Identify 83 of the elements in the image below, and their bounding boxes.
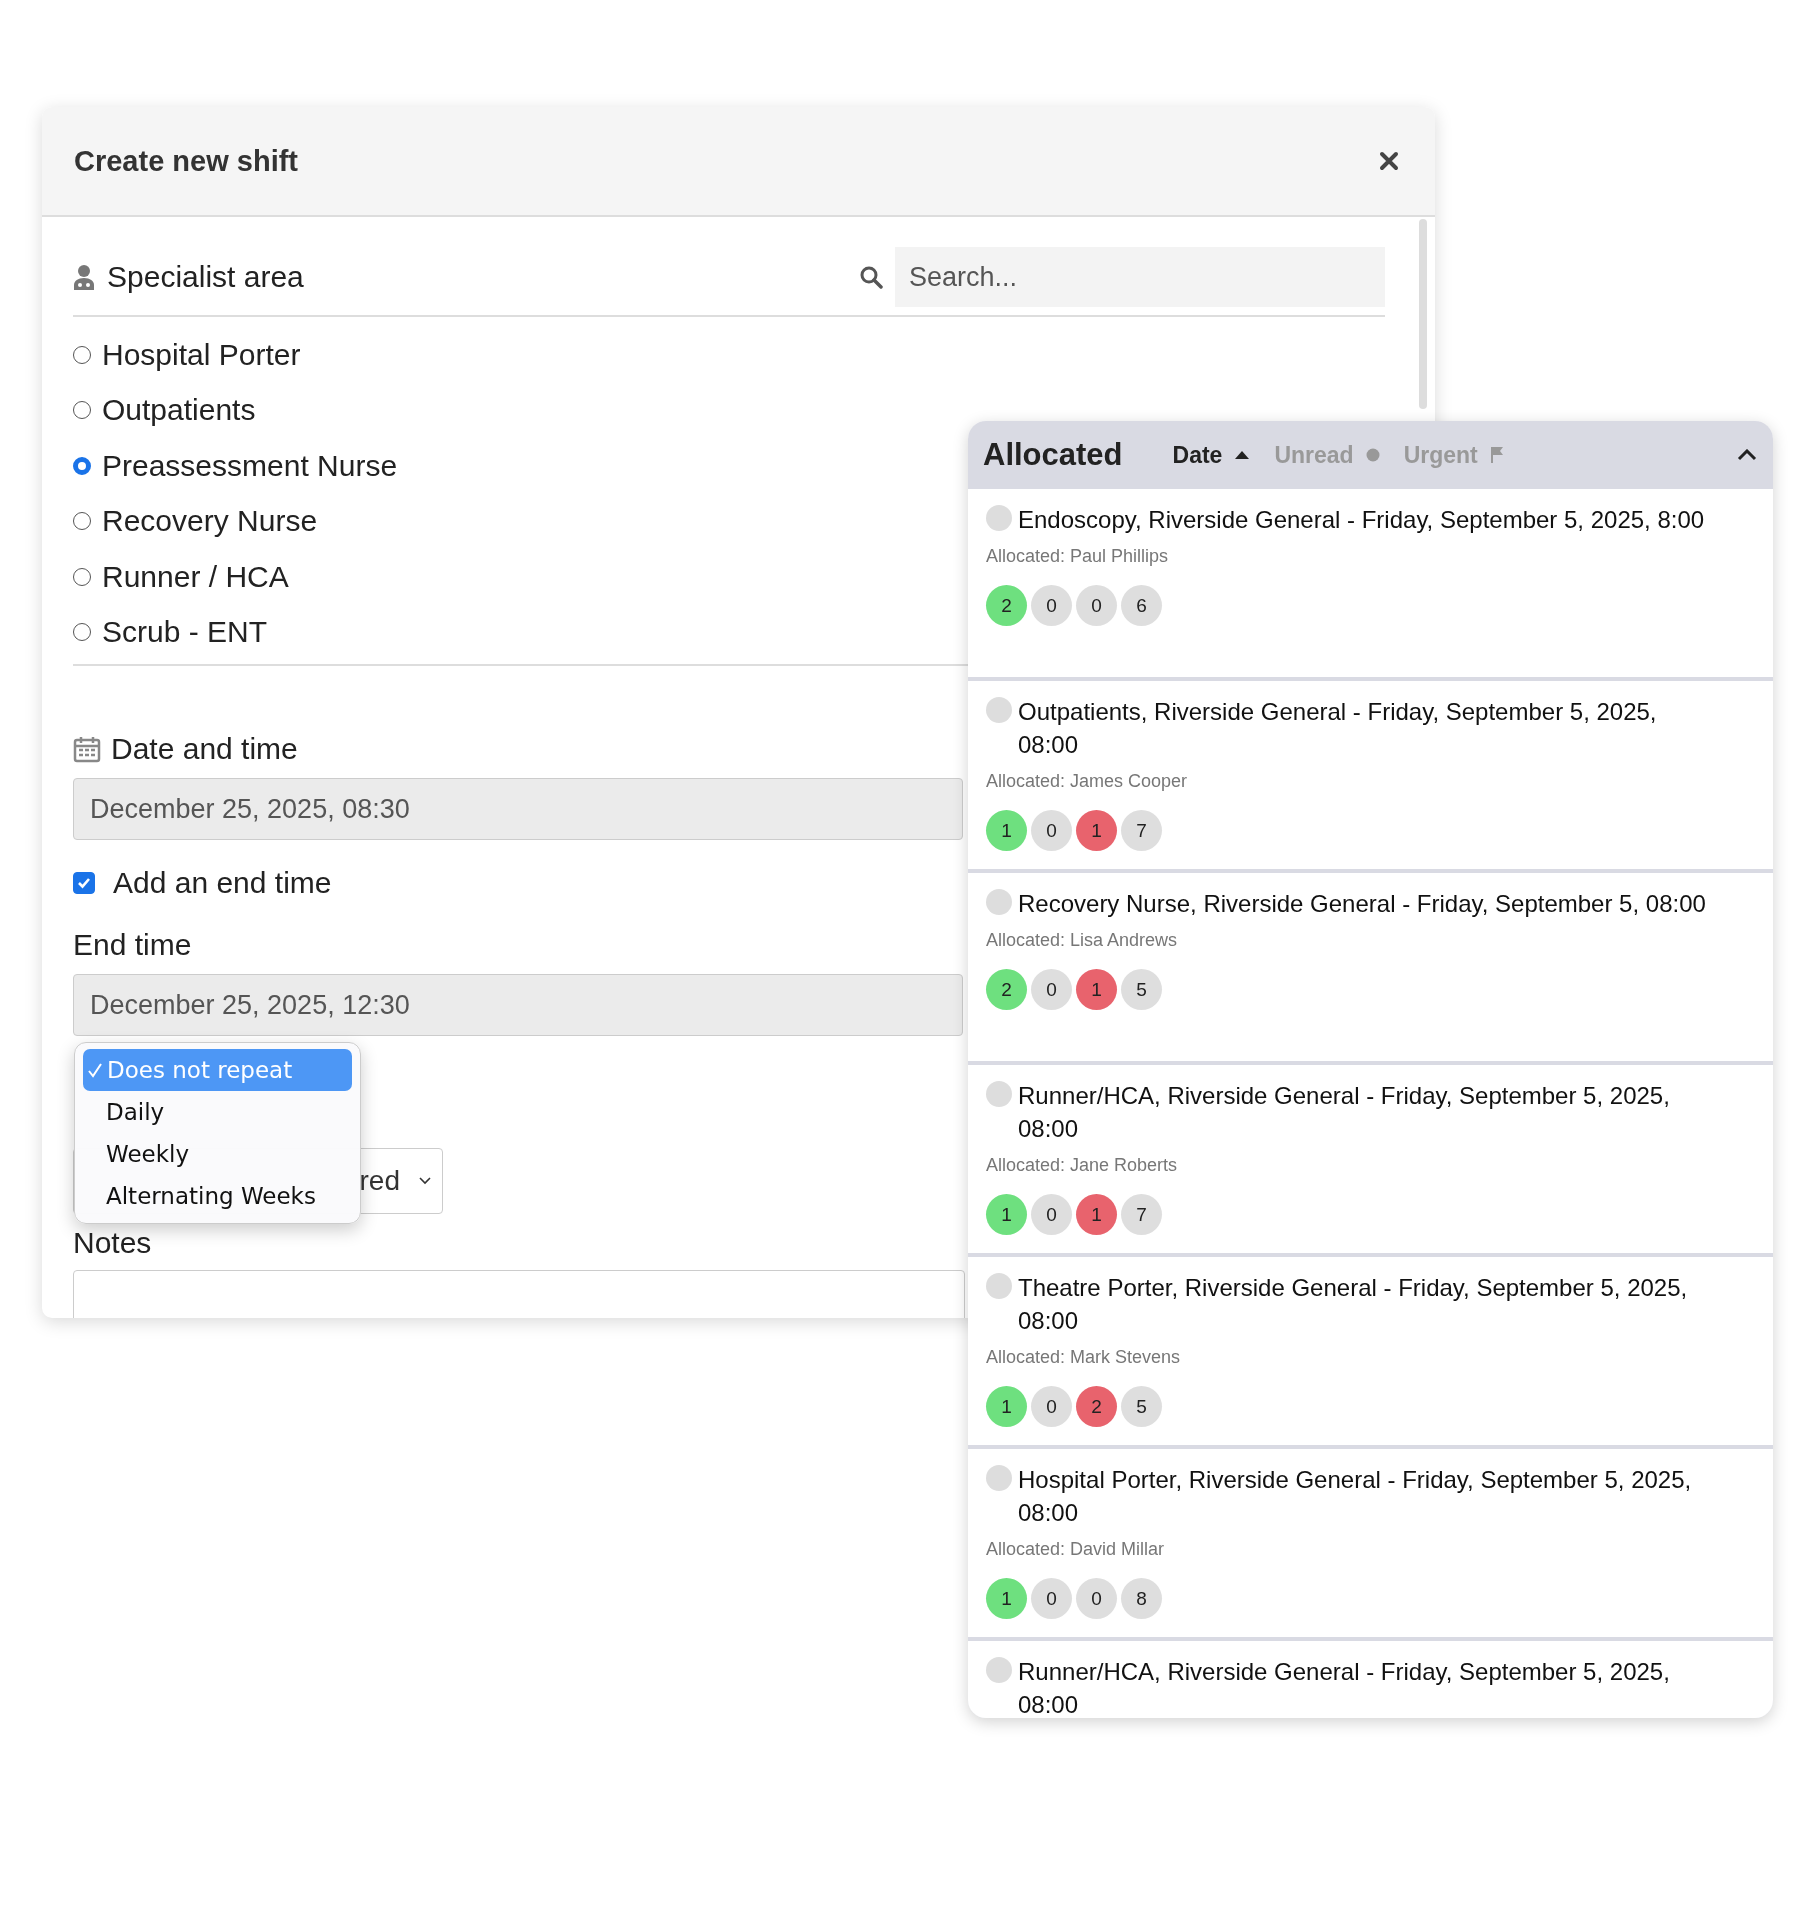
count-badge: 0 (1031, 585, 1072, 626)
allocated-text: Allocated: Lisa Andrews (986, 930, 1179, 951)
checkbox[interactable] (73, 872, 95, 894)
field-label: Notes (73, 1226, 152, 1260)
sort-option[interactable]: Date (1172, 441, 1251, 469)
count-badge: 8 (1121, 1578, 1162, 1619)
checkbox-label[interactable]: Add an end time (113, 866, 332, 900)
count-badge: 2 (1076, 1386, 1117, 1427)
count-badge: 2 (986, 969, 1027, 1010)
count-badge: 5 (1121, 969, 1162, 1010)
search-icon (859, 265, 883, 289)
flag-icon (1489, 446, 1504, 464)
status-dot (986, 697, 1012, 723)
radio-label[interactable]: Outpatients (102, 393, 256, 428)
status-dot (986, 889, 1012, 915)
caret-up-icon (1234, 450, 1251, 460)
status-dot (986, 1657, 1012, 1683)
status-dot (986, 1273, 1012, 1299)
check-icon (87, 1061, 103, 1079)
radio-button[interactable] (73, 456, 91, 475)
count-badge: 1 (1076, 1194, 1117, 1235)
count-badge: 0 (1031, 1578, 1072, 1619)
count-badge: 1 (986, 1386, 1027, 1427)
shift-card[interactable]: Endoscopy, Riverside General - Friday, September 5, 2025, 8:00 Allocated: Paul Phillips 2 0 0 6 (968, 489, 1773, 677)
status-dot (986, 1081, 1012, 1107)
radio-label[interactable]: Preassessment Nurse (102, 448, 398, 483)
date-field[interactable]: December 25, 2025, 08:30 (73, 778, 963, 840)
count-badge: 0 (1031, 969, 1072, 1010)
shift-card[interactable]: Recovery Nurse, Riverside General - Friday, September 5, 08:00 Allocated: Lisa Andrews 2 0 1 5 (968, 873, 1773, 1061)
count-badge: 0 (1031, 810, 1072, 851)
shift-title: Runner/HCA, Riverside General - Friday, September 5, 2025, 08:00 (1018, 1081, 1671, 1144)
shift-title: Theatre Porter, Riverside General - Friday, September 5, 2025, 08:00 (1018, 1273, 1689, 1336)
collapse-icon[interactable] (1737, 449, 1757, 461)
status-dot (986, 505, 1012, 531)
shift-title: Outpatients, Riverside General - Friday, September 5, 2025, 08:00 (1018, 697, 1658, 760)
dot-icon (1365, 448, 1380, 462)
count-badge: 7 (1121, 1194, 1162, 1235)
section-label: Specialist area (107, 260, 304, 294)
chevron-down-icon (418, 1176, 432, 1186)
count-badge: 7 (1121, 810, 1162, 851)
field-label: End time (73, 928, 192, 962)
dialog-title: Create new shift (74, 144, 299, 178)
count-badge: 1 (986, 1578, 1027, 1619)
panel-title: Allocated (983, 437, 1123, 473)
count-badge: 6 (1121, 585, 1162, 626)
allocated-text: Allocated: James Cooper (986, 771, 1189, 792)
person-icon (73, 264, 95, 290)
count-badge: 1 (986, 810, 1027, 851)
count-badge: 1 (1076, 810, 1117, 851)
shift-title: Runner/HCA, Riverside General - Friday, September 5, 2025, 08:00 (1018, 1657, 1671, 1718)
shift-card[interactable]: Runner/HCA, Riverside General - Friday, September 5, 2025, 08:00 (968, 1641, 1773, 1718)
count-badge: 0 (1031, 1386, 1072, 1427)
count-badge: 0 (1076, 585, 1117, 626)
count-badge: 1 (1076, 969, 1117, 1010)
menu-option[interactable]: Daily (83, 1091, 352, 1133)
shift-title: Hospital Porter, Riverside General - Friday, September 5, 2025, 08:00 (1018, 1465, 1693, 1528)
calendar-icon (73, 735, 101, 763)
shift-card[interactable]: Outpatients, Riverside General - Friday, September 5, 2025, 08:00 Allocated: James Cooper 1 0 1 7 (968, 681, 1773, 869)
allocated-text: Allocated: Jane Roberts (986, 1155, 1179, 1176)
allocated-text: Allocated: Paul Phillips (986, 546, 1170, 567)
radio-label[interactable]: Recovery Nurse (102, 504, 318, 539)
radio-label[interactable]: Scrub - ENT (102, 615, 268, 650)
count-badge: 2 (986, 585, 1027, 626)
shift-title: Recovery Nurse, Riverside General - Friday, September 5, 08:00 (1018, 889, 1706, 919)
allocated-text: Allocated: David Millar (986, 1539, 1166, 1560)
menu-option[interactable]: Weekly (83, 1133, 352, 1175)
status-dot (986, 1465, 1012, 1491)
section-label: Date and time (111, 732, 298, 766)
count-badge: 1 (986, 1194, 1027, 1235)
count-badge: 5 (1121, 1386, 1162, 1427)
radio-label[interactable]: Runner / HCA (102, 559, 289, 594)
date-field[interactable]: December 25, 2025, 12:30 (73, 974, 963, 1036)
count-badge: 0 (1031, 1194, 1072, 1235)
count-badge: 0 (1076, 1578, 1117, 1619)
shift-card[interactable]: Theatre Porter, Riverside General - Friday, September 5, 2025, 08:00 Allocated: Mark Stevens 1 0 2 5 (968, 1257, 1773, 1445)
scrollbar[interactable] (1419, 219, 1427, 409)
allocated-text: Allocated: Mark Stevens (986, 1347, 1182, 1368)
shift-card[interactable]: Hospital Porter, Riverside General - Friday, September 5, 2025, 08:00 Allocated: David Millar 1 0 0 8 (968, 1449, 1773, 1637)
search-field[interactable]: Search... (895, 247, 1385, 307)
shift-title: Endoscopy, Riverside General - Friday, September 5, 2025, 8:00 (1018, 505, 1705, 535)
menu-option[interactable]: Alternating Weeks (83, 1175, 352, 1217)
shift-card[interactable]: Runner/HCA, Riverside General - Friday, September 5, 2025, 08:00 Allocated: Jane Roberts 1 0 1 7 (968, 1065, 1773, 1253)
radio-label[interactable]: Hospital Porter (102, 337, 301, 372)
